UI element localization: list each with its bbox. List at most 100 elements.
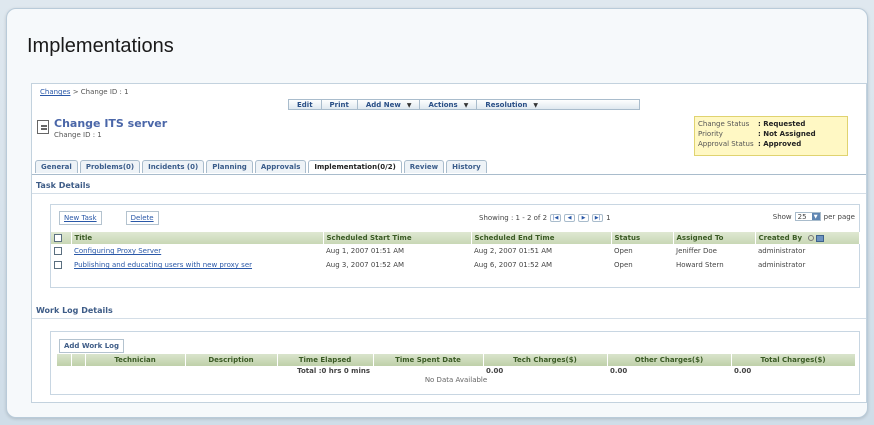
created-by-cell: administrator — [758, 247, 806, 255]
blank-header — [71, 354, 86, 366]
end-time-cell: Aug 2, 2007 01:51 AM — [474, 247, 553, 255]
no-data-row: No Data Available — [57, 376, 855, 384]
status-cell: Open — [614, 247, 633, 255]
assigned-to-cell: Jeniffer Doe — [676, 247, 717, 255]
tab-divider — [32, 174, 866, 175]
column-chooser-icon[interactable] — [816, 234, 825, 242]
change-status-row: Change Status : Requested — [698, 119, 844, 129]
section-divider — [32, 193, 866, 194]
work-log-table: Technician Description Time Elapsed Time… — [57, 354, 856, 384]
tab-review[interactable]: Review — [403, 160, 445, 173]
showing-count: Showing : 1 - 2 of 2 — [479, 214, 548, 222]
table-row: Publishing and educating users with new … — [51, 258, 859, 272]
search-icon[interactable] — [808, 235, 815, 241]
row-select-cell — [51, 258, 71, 272]
page-heading: Implementations — [27, 35, 174, 57]
tab-approvals[interactable]: Approvals — [254, 160, 307, 173]
add-new-label: Add New — [365, 101, 401, 109]
work-log-title: Work Log Details — [36, 306, 113, 315]
show-label: Show — [772, 212, 792, 221]
column-header[interactable]: Scheduled Start Time — [323, 232, 472, 244]
prev-page-icon[interactable]: ◀ — [564, 214, 576, 222]
actions-menu[interactable]: Actions ▼ — [420, 100, 478, 109]
work-log-panel: Add Work Log Technician Description Time… — [50, 331, 860, 395]
task-actions: New Task Delete — [59, 211, 159, 225]
priority-row: Priority : Not Assigned — [698, 129, 844, 139]
implementations-card: Implementations Changes > Change ID : 1 … — [6, 8, 868, 418]
page-size-select[interactable]: 25 ▼ — [794, 212, 821, 221]
action-toolbar: Edit Print Add New ▼ Actions ▼ Resolution ▼ — [288, 99, 640, 110]
column-header[interactable]: Created By — [759, 234, 803, 242]
select-all-cell — [51, 232, 72, 244]
new-task-button[interactable]: New Task — [59, 211, 102, 225]
per-page-label: per page — [823, 212, 855, 221]
column-header[interactable]: Time Spent Date — [373, 354, 484, 366]
column-header[interactable]: Scheduled End Time — [471, 232, 612, 244]
blank-header — [57, 354, 72, 366]
breadcrumb-changes-link[interactable]: Changes — [40, 88, 70, 96]
change-detail-view: Changes > Change ID : 1 Edit Print Add N… — [31, 83, 867, 403]
assigned-to-cell: Howard Stern — [676, 261, 724, 269]
table-row: Configuring Proxy Server Aug 1, 2007 01:… — [51, 244, 859, 258]
empty-cell — [373, 366, 483, 376]
change-title: Change ITS server — [54, 117, 168, 130]
tab-bar: General Problems(0) Incidents (0) Planni… — [35, 160, 489, 173]
actions-label: Actions — [428, 101, 458, 109]
column-header[interactable]: Title — [71, 232, 324, 244]
status-label: Change Status — [698, 120, 750, 128]
select-all-checkbox[interactable] — [54, 234, 62, 242]
row-select-cell — [51, 244, 71, 258]
add-new-menu[interactable]: Add New ▼ — [358, 100, 421, 109]
totals-row: Total :0 hrs 0 mins 0.00 0.00 0.00 — [57, 366, 855, 376]
end-time-cell: Aug 6, 2007 01:52 AM — [474, 261, 553, 269]
last-page-icon[interactable]: ▶| — [592, 214, 604, 222]
chevron-down-icon: ▼ — [811, 213, 820, 220]
column-header[interactable]: Time Elapsed — [277, 354, 374, 366]
task-title-link[interactable]: Configuring Proxy Server — [74, 247, 161, 255]
table-header-row: Title Scheduled Start Time Scheduled End… — [51, 232, 860, 244]
page-size-value: 25 — [797, 213, 807, 221]
row-checkbox[interactable] — [54, 261, 62, 269]
change-id: Change ID : 1 — [54, 131, 102, 139]
first-page-icon[interactable]: |◀ — [550, 214, 562, 222]
chevron-down-icon: ▼ — [406, 102, 412, 109]
tab-implementation[interactable]: Implementation(0/2) — [308, 160, 402, 173]
add-work-log-button[interactable]: Add Work Log — [59, 339, 124, 353]
column-header[interactable]: Status — [611, 232, 674, 244]
pagination: Showing : 1 - 2 of 2 |◀ ◀ ▶ ▶| 1 — [479, 214, 611, 222]
next-page-icon[interactable]: ▶ — [578, 214, 590, 222]
tab-incidents[interactable]: Incidents (0) — [142, 160, 205, 173]
breadcrumb-separator: > — [72, 88, 79, 96]
status-value: : Approved — [758, 140, 802, 148]
created-by-header: Created By — [755, 232, 860, 244]
task-details-title: Task Details — [36, 181, 91, 190]
task-title-cell: Publishing and educating users with new … — [71, 258, 323, 272]
column-header[interactable]: Assigned To — [673, 232, 756, 244]
tab-problems[interactable]: Problems(0) — [79, 160, 141, 173]
column-header[interactable]: Other Charges($) — [607, 354, 732, 366]
other-charges-total: 0.00 — [610, 367, 628, 375]
column-header[interactable]: Technician — [85, 354, 186, 366]
resolution-label: Resolution — [485, 101, 528, 109]
column-header[interactable]: Tech Charges($) — [483, 354, 608, 366]
section-divider — [32, 318, 866, 319]
breadcrumb-current: Change ID : 1 — [80, 88, 129, 96]
task-title-link[interactable]: Publishing and educating users with new … — [74, 261, 252, 269]
status-label: Approval Status — [698, 140, 754, 148]
column-header[interactable]: Total Charges($) — [731, 354, 856, 366]
chevron-down-icon: ▼ — [533, 102, 539, 109]
print-button[interactable]: Print — [322, 100, 358, 109]
row-checkbox[interactable] — [54, 247, 62, 255]
tab-planning[interactable]: Planning — [206, 160, 253, 173]
no-data-message: No Data Available — [424, 376, 488, 384]
resolution-menu[interactable]: Resolution ▼ — [477, 100, 546, 109]
column-header[interactable]: Description — [185, 354, 278, 366]
tab-history[interactable]: History — [446, 160, 487, 173]
status-cell: Open — [614, 261, 633, 269]
approval-status-row: Approval Status : Approved — [698, 139, 844, 149]
change-request-icon — [37, 120, 49, 134]
total-time: Total :0 hrs 0 mins — [297, 367, 370, 375]
delete-button[interactable]: Delete — [125, 211, 159, 225]
tab-general[interactable]: General — [35, 160, 78, 173]
edit-button[interactable]: Edit — [289, 100, 322, 109]
